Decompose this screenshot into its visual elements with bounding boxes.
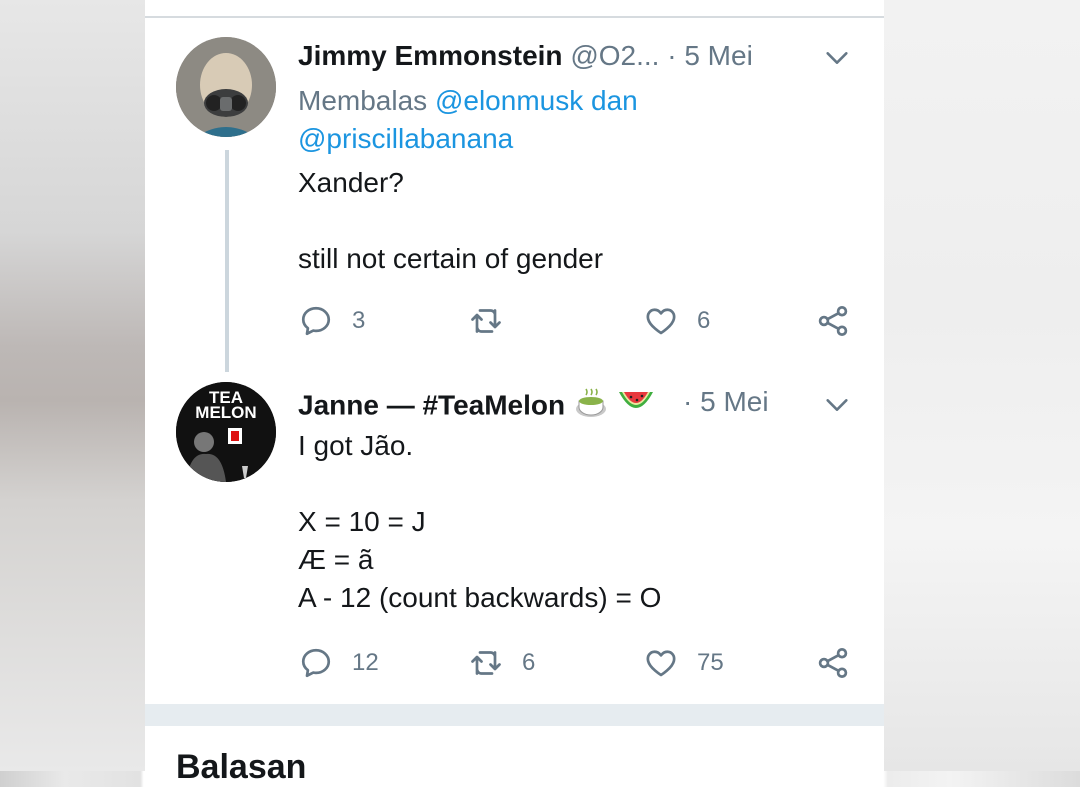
chevron-down-icon[interactable] [823,44,851,72]
section-divider [145,704,884,726]
tweet-date[interactable]: 5 Mei [684,40,752,71]
like-icon [646,308,676,335]
mention-link[interactable]: @priscillabanana [298,123,513,154]
retweet-icon [471,651,501,675]
author-name[interactable]: Janne — #TeaMelon [298,389,565,420]
like-button[interactable]: 75 [643,645,724,681]
watermelon-icon [617,386,655,428]
tweet-date[interactable]: 5 Mei [700,386,768,417]
reply-icon [301,648,331,678]
like-count: 6 [697,307,711,334]
chevron-down-icon[interactable] [823,391,851,419]
tweet-header: Jimmy Emmonstein @O2... · 5 Mei [298,39,753,73]
reply-context: Membalas @elonmusk dan @priscillabanana [298,82,718,158]
avatar[interactable]: TEA MELON [176,382,276,482]
separator-dot: · [667,40,677,71]
replies-section-title: Balasan [176,748,307,786]
thread-connector-line [225,150,229,372]
mention-link[interactable]: @elonmusk [435,85,583,116]
background-blur-left [0,0,145,771]
avatar[interactable] [176,37,276,137]
gas-mask-avatar-icon [176,37,276,137]
separator-dot: · [683,386,693,417]
retweet-button[interactable]: 6 [468,645,535,681]
reply-count: 3 [352,307,366,334]
retweet-button[interactable] [468,303,522,339]
author-name[interactable]: Jimmy Emmonstein [298,40,563,71]
retweet-icon [471,309,501,333]
like-button[interactable]: 6 [643,303,710,339]
avatar-text-bottom: MELON [195,403,256,422]
reply-prefix: Membalas [298,85,428,116]
share-button[interactable] [815,645,851,681]
author-handle[interactable]: @O2... [570,40,659,71]
tea-melon-avatar-icon: TEA MELON [176,382,276,482]
tweet-text: Xander? still not certain of gender [298,167,604,274]
share-button[interactable] [815,303,851,339]
tweet-header: Janne — #TeaMelon [298,385,655,429]
reply-button[interactable]: 3 [298,303,365,339]
reply-icon [301,306,331,336]
tweet-text: I got Jão. X = 10 = J Æ = ã A - 12 (coun… [298,430,662,613]
tea-cup-icon [573,385,609,429]
like-icon [646,650,676,677]
top-divider [145,16,884,18]
reply-count: 12 [352,649,379,676]
retweet-count: 6 [522,649,536,676]
tweet-thread-panel: Jimmy Emmonstein @O2... · 5 Mei Membalas… [145,0,884,786]
reply-button[interactable]: 12 [298,645,379,681]
tweet-meta: · 5 Mei [683,385,769,419]
like-count: 75 [697,649,724,676]
reply-join: dan [591,85,638,116]
share-icon [818,648,848,678]
background-blur-right [884,0,1080,771]
share-icon [818,306,848,336]
